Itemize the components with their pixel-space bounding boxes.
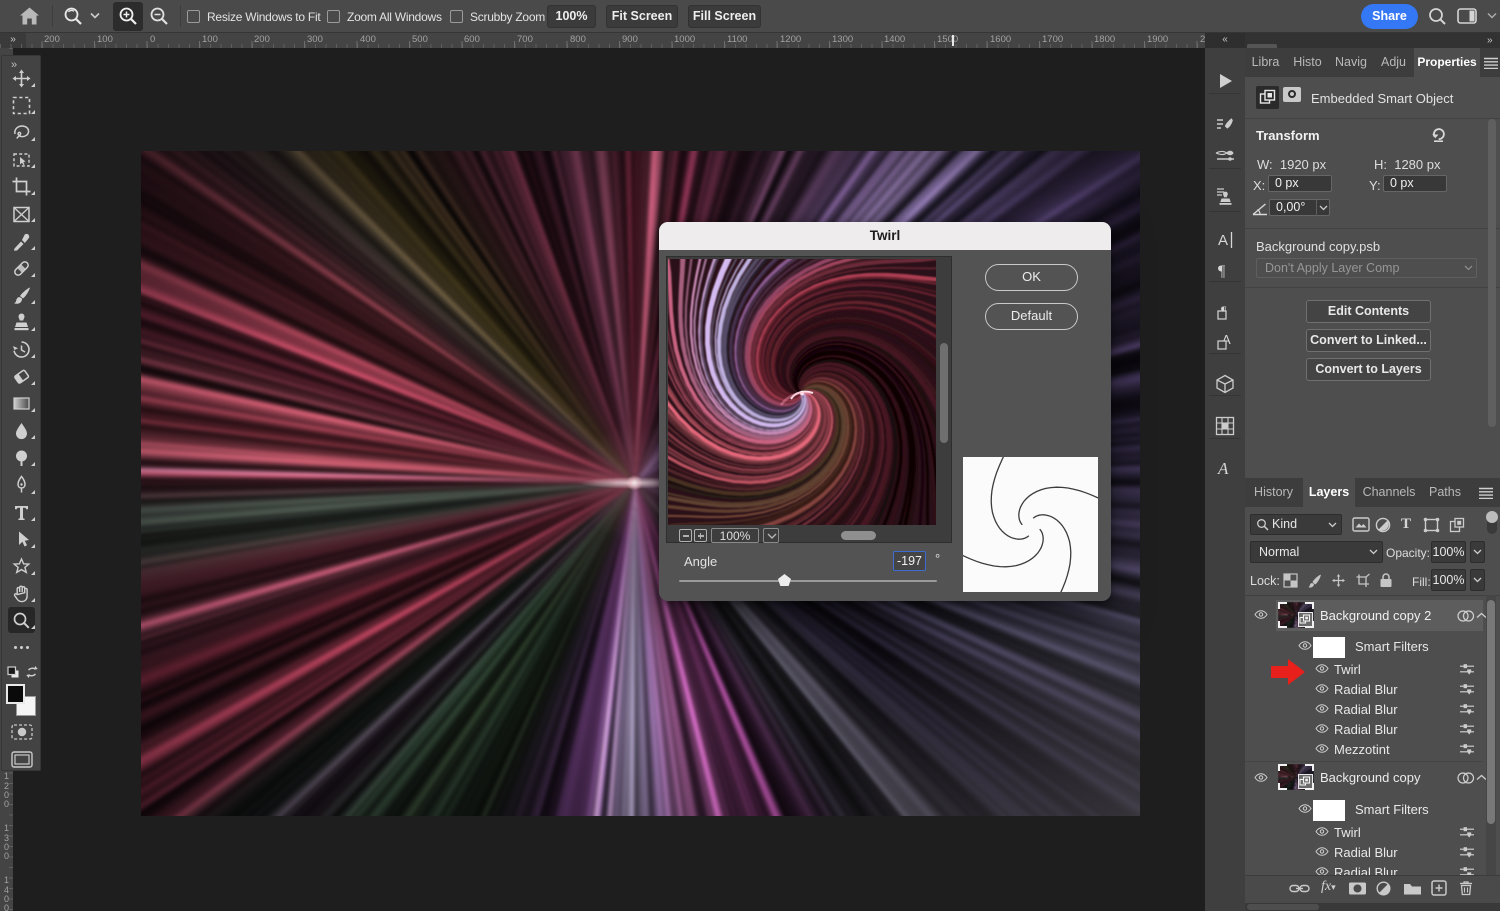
svg-text:¶: ¶ — [1218, 263, 1226, 280]
svg-text:A: A — [1218, 232, 1228, 249]
svg-text:A: A — [1217, 459, 1229, 478]
